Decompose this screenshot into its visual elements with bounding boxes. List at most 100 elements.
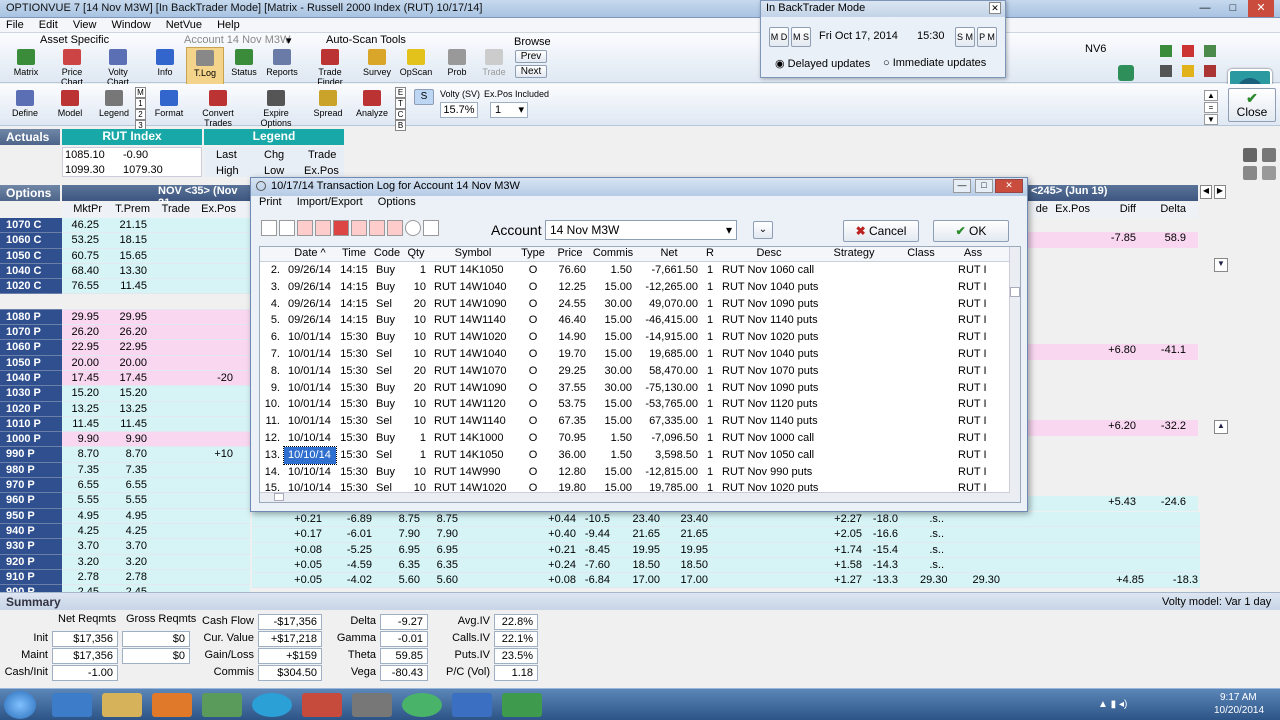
- table-cell[interactable]: 53.75: [550, 396, 590, 413]
- table-row[interactable]: 8. 10/01/14 15:30 Sel 20 RUT 14W1070 O 29.25 30.…: [260, 363, 1020, 380]
- table-cell[interactable]: RUT 14W1090: [430, 380, 516, 397]
- table-cell[interactable]: 1: [702, 312, 718, 329]
- table-cell[interactable]: 14:15: [336, 296, 372, 313]
- option-strike-label[interactable]: 960 P: [0, 493, 62, 509]
- paste-icon[interactable]: [369, 220, 385, 236]
- table-row[interactable]: 12. 10/10/14 15:30 Buy 1 RUT 14K1000 O 70.95 1.5…: [260, 430, 1020, 447]
- pm-button[interactable]: P M: [977, 27, 997, 47]
- sm-button[interactable]: S M: [955, 27, 975, 47]
- option-trade-cell[interactable]: [150, 264, 190, 278]
- settings-icon[interactable]: [1182, 65, 1194, 77]
- table-cell[interactable]: 14.90: [550, 329, 590, 346]
- option-strike-label[interactable]: 1020 P: [0, 401, 62, 417]
- menu-view[interactable]: View: [67, 18, 103, 32]
- table-cell[interactable]: RUT Nov 1140 puts: [718, 413, 820, 430]
- sort-icon[interactable]: [423, 220, 439, 236]
- table-cell[interactable]: RUT Nov 1060 call: [718, 262, 820, 279]
- table-cell[interactable]: [888, 396, 954, 413]
- table-cell[interactable]: Buy: [372, 396, 402, 413]
- table-cell[interactable]: Buy: [372, 464, 402, 481]
- table-cell[interactable]: RUT 14W990: [430, 464, 516, 481]
- snowflake-icon[interactable]: [452, 693, 492, 717]
- tx-column-header[interactable]: Commis: [590, 247, 636, 261]
- table-cell[interactable]: O: [516, 329, 550, 346]
- convert-trades-button[interactable]: Convert Trades: [190, 86, 246, 128]
- volty-input[interactable]: 15.7%: [440, 102, 478, 118]
- table-cell[interactable]: [888, 363, 954, 380]
- table-cell[interactable]: O: [516, 447, 550, 464]
- network-icon[interactable]: [1160, 45, 1172, 57]
- table-cell[interactable]: O: [516, 380, 550, 397]
- option-strike-label[interactable]: 1070 C: [0, 218, 62, 234]
- chevron-up-icon[interactable]: ▲: [1204, 90, 1218, 101]
- table-cell[interactable]: Sel: [372, 447, 402, 464]
- table-cell[interactable]: 19.70: [550, 346, 590, 363]
- table-cell[interactable]: 10/01/14: [284, 363, 336, 380]
- dialog-menu-options[interactable]: Options: [378, 196, 416, 208]
- tx-column-header[interactable]: Net: [636, 247, 702, 261]
- dialog-menu-print[interactable]: Print: [259, 196, 282, 208]
- table-cell[interactable]: 12.: [260, 430, 284, 447]
- table-cell[interactable]: 15:30: [336, 363, 372, 380]
- option-strike-label[interactable]: 1000 P: [0, 432, 62, 448]
- table-cell[interactable]: 2.: [260, 262, 284, 279]
- table-cell[interactable]: 10/01/14: [284, 346, 336, 363]
- sheet-icon[interactable]: [1204, 45, 1216, 57]
- table-cell[interactable]: RUT Nov 1040 puts: [718, 346, 820, 363]
- dialog-menu-import-export[interactable]: Import/Export: [297, 196, 363, 208]
- option-strike-label[interactable]: 1040 C: [0, 263, 62, 280]
- chevron-down-icon[interactable]: ▼: [1204, 114, 1218, 125]
- scroll-up-icon[interactable]: ▲: [1214, 420, 1228, 434]
- optionvue-icon[interactable]: [502, 693, 542, 717]
- print-icon[interactable]: [261, 220, 277, 236]
- menu-netvue[interactable]: NetVue: [160, 18, 208, 32]
- option-strike-label[interactable]: 1080 P: [0, 309, 62, 326]
- table-cell[interactable]: [820, 279, 888, 296]
- table-cell[interactable]: RUT 14K1000: [430, 430, 516, 447]
- table-row[interactable]: 2. 09/26/14 14:15 Buy 1 RUT 14K1050 O 76.60 1.50…: [260, 262, 1020, 279]
- survey-button[interactable]: Survey: [360, 47, 394, 89]
- reports-button[interactable]: Reports: [264, 47, 300, 89]
- table-cell[interactable]: 9.: [260, 380, 284, 397]
- table-cell[interactable]: 20: [402, 380, 430, 397]
- option-strike-label[interactable]: 980 P: [0, 462, 62, 479]
- table-cell[interactable]: 15:30: [336, 346, 372, 363]
- tx-column-header[interactable]: Time: [336, 247, 372, 261]
- table-cell[interactable]: 3,598.50: [636, 447, 702, 464]
- exit-icon[interactable]: [1182, 45, 1194, 57]
- option-trade-cell[interactable]: [150, 402, 190, 416]
- table-cell[interactable]: 1: [702, 380, 718, 397]
- table-row[interactable]: 3. 09/26/14 14:15 Buy 10 RUT 14W1040 O 12.25 15.…: [260, 279, 1020, 296]
- delete-row-icon[interactable]: [315, 220, 331, 236]
- table-cell[interactable]: [888, 346, 954, 363]
- e-selector[interactable]: E T C B: [395, 87, 406, 131]
- table-cell[interactable]: 1: [702, 447, 718, 464]
- table-cell[interactable]: Buy: [372, 279, 402, 296]
- table-cell[interactable]: Sel: [372, 413, 402, 430]
- table-cell[interactable]: O: [516, 464, 550, 481]
- option-strike-label[interactable]: 1050 P: [0, 355, 62, 371]
- filter-icon[interactable]: [405, 220, 421, 236]
- table-cell[interactable]: [888, 296, 954, 313]
- table-cell[interactable]: O: [516, 430, 550, 447]
- horizontal-scrollbar[interactable]: [260, 492, 1010, 502]
- table-cell[interactable]: RUT 14W1040: [430, 346, 516, 363]
- table-row[interactable]: 9. 10/01/14 15:30 Buy 20 RUT 14W1090 O 37.55 30.…: [260, 380, 1020, 397]
- table-cell[interactable]: RUT I: [954, 363, 992, 380]
- model-button[interactable]: Model: [52, 86, 88, 124]
- matrix-button[interactable]: Matrix: [6, 47, 46, 89]
- prob-button[interactable]: Prob: [442, 47, 472, 89]
- table-cell[interactable]: 1: [402, 262, 430, 279]
- table-cell[interactable]: RUT 14K1050: [430, 262, 516, 279]
- table-cell[interactable]: 76.60: [550, 262, 590, 279]
- bt-time[interactable]: 15:30: [917, 30, 945, 42]
- table-cell[interactable]: 10: [402, 329, 430, 346]
- table-cell[interactable]: 09/26/14: [284, 296, 336, 313]
- option-strike-label[interactable]: 1010 P: [0, 416, 62, 433]
- option-trade-cell[interactable]: [150, 294, 190, 308]
- menu-file[interactable]: File: [0, 18, 30, 32]
- table-cell[interactable]: 10: [402, 279, 430, 296]
- table-cell[interactable]: 15:30: [336, 464, 372, 481]
- tx-column-header[interactable]: Qty: [402, 247, 430, 261]
- spread-button[interactable]: Spread: [310, 86, 346, 124]
